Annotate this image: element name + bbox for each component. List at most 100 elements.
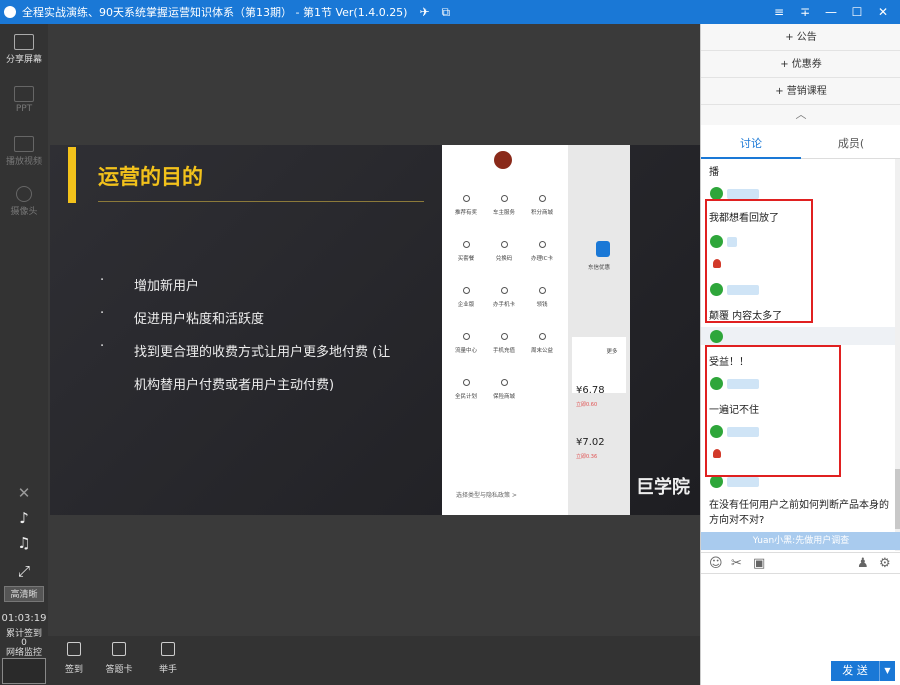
- tab-discussion[interactable]: 讨论: [701, 129, 801, 159]
- phone-right-panel: 东信优惠 更多 ¥6.78 立即0.60 ¥7.02 立即0.36: [568, 145, 630, 515]
- phone-item: 车主服务: [486, 195, 522, 216]
- ppt-button[interactable]: PPT: [0, 86, 48, 114]
- gear-icon[interactable]: ⚙: [879, 556, 891, 571]
- scissors-icon[interactable]: ✂: [731, 556, 742, 571]
- network-monitor-label[interactable]: 网络监控: [0, 648, 48, 658]
- camera-button[interactable]: 摄像头: [0, 186, 48, 217]
- watermark-text: 巨学院: [636, 477, 690, 498]
- chat-divider-band: [701, 327, 895, 345]
- send-button[interactable]: 发 送 ▼: [831, 661, 895, 681]
- announcement-section[interactable]: + 公告: [701, 24, 900, 51]
- phone-item: 推荐有奖: [448, 195, 484, 216]
- phone-item: 保险商城: [486, 379, 522, 400]
- marketing-course-section[interactable]: + 营销课程: [701, 78, 900, 105]
- mic-off-icon[interactable]: ✕: [0, 484, 48, 502]
- bullet-text: 找到更合理的收费方式让用户更多地付费 (让: [134, 345, 391, 360]
- emoji-icon[interactable]: ☺: [709, 556, 723, 571]
- share-screen-label: 分享屏幕: [5, 55, 42, 65]
- checkin-button[interactable]: 签到: [54, 642, 94, 675]
- fullscreen-icon[interactable]: ⤢: [0, 562, 48, 580]
- title-accent-bar: [68, 147, 76, 203]
- network-monitor-box: [2, 658, 46, 684]
- phone-more-label: 更多: [606, 349, 618, 355]
- bullet-text: 增加新用户: [134, 279, 200, 294]
- bullet-dot: ·: [100, 306, 105, 321]
- image-icon[interactable]: ▣: [753, 556, 765, 571]
- volume-icon[interactable]: ♪: [0, 509, 48, 527]
- bullet-text: 机构替用户付费或者用户主动付费): [134, 378, 335, 393]
- chat-list: 播 我都想看回放了 颠覆 内容太多了 受益！！ 一遍记不住 在没有任何用户之前如…: [701, 159, 895, 551]
- bullet-dot: ·: [100, 339, 105, 354]
- pin-button[interactable]: ∓: [792, 5, 818, 19]
- title-underline: [98, 201, 424, 202]
- raise-hand-label: 举手: [158, 665, 177, 675]
- camera-icon: [16, 186, 32, 202]
- chat-message: 播: [709, 167, 719, 178]
- price-sub: 立即0.60: [576, 402, 598, 408]
- collapse-chevron-up-icon[interactable]: ︿: [701, 105, 900, 125]
- app-logo-icon: [4, 6, 16, 18]
- phone-item: 东信优惠: [587, 265, 610, 271]
- phone-item: 买套餐: [448, 241, 484, 262]
- phone-item: 领钱: [524, 287, 560, 308]
- phone-left-panel: 推荐有奖 车主服务 积分商城 买套餐 兑换码 办理IC卡 企业版 办手机卡 领钱…: [442, 145, 568, 515]
- chat-scrollbar-thumb[interactable]: [895, 469, 900, 529]
- slide: 运营的目的 · 增加新用户 · 促进用户粘度和活跃度 · 找到更合理的收费方式让…: [50, 145, 700, 515]
- coupon-section[interactable]: + 优惠券: [701, 51, 900, 78]
- slide-title: 运营的目的: [98, 165, 203, 189]
- menu-button[interactable]: ≡: [766, 5, 792, 19]
- right-panel: + 公告 + 优惠券 + 营销课程 ︿ 讨论 成员( 播 我都想看回放了 颠覆 …: [700, 24, 900, 685]
- share-screen-button[interactable]: 分享屏幕: [0, 34, 48, 65]
- music-icon[interactable]: ♫: [0, 534, 48, 552]
- video-icon: [14, 136, 34, 152]
- user-settings-icon[interactable]: ♟: [857, 556, 869, 571]
- checkin-icon: [67, 642, 81, 656]
- raise-hand-icon: [161, 642, 175, 656]
- phone-privacy-link: 选择类型与隐私政策 >: [456, 492, 517, 499]
- phone-item: 全民计划: [448, 379, 484, 400]
- phone-item: 企业版: [448, 287, 484, 308]
- shield-icon: [596, 241, 610, 257]
- bullet-text: 促进用户粘度和活跃度: [134, 312, 265, 327]
- price-value: ¥7.02: [576, 437, 605, 448]
- quality-button[interactable]: 高清晰: [4, 586, 44, 602]
- panel-tabs: 讨论 成员(: [701, 129, 900, 159]
- highlight-box: [705, 345, 841, 477]
- wechat-icon: [710, 330, 723, 343]
- session-timer: 01:03:19: [1, 613, 47, 624]
- phone-screenshot: 推荐有奖 车主服务 积分商城 买套餐 兑换码 办理IC卡 企业版 办手机卡 领钱…: [442, 145, 630, 515]
- play-video-button[interactable]: 播放视频: [0, 136, 48, 167]
- phone-item: 流量中心: [448, 333, 484, 354]
- price-sub: 立即0.36: [576, 454, 598, 460]
- left-toolbar: 分享屏幕 PPT 播放视频 摄像头 ✕ ♪ ♫ ⤢ 高清晰 01:03:19 累…: [0, 24, 48, 685]
- app-window: 全程实战演练、90天系统掌握运营知识体系（第13期） - 第1节 Ver(1.4…: [0, 0, 900, 685]
- send-label: 发 送: [842, 664, 868, 677]
- highlight-box: [705, 199, 813, 323]
- raise-hand-button[interactable]: 举手: [148, 642, 188, 675]
- title-bar: 全程实战演练、90天系统掌握运营知识体系（第13期） - 第1节 Ver(1.4…: [0, 0, 900, 24]
- phone-item: 周末公益: [524, 333, 560, 354]
- minimize-button[interactable]: —: [818, 5, 844, 19]
- phone-avatar: [494, 151, 512, 169]
- chat-message: 在没有任何用户之前如何判断产品本身的: [709, 500, 889, 511]
- chat-username: [727, 477, 759, 487]
- camera-label: 摄像头: [10, 207, 38, 217]
- phone-item: 积分商城: [524, 195, 560, 216]
- phone-item: 兑换码: [486, 241, 522, 262]
- window-title: 全程实战演练、90天系统掌握运营知识体系（第13期） - 第1节 Ver(1.4…: [22, 6, 408, 19]
- answer-card-icon: [112, 642, 126, 656]
- close-button[interactable]: ✕: [870, 5, 896, 19]
- maximize-button[interactable]: ☐: [844, 5, 870, 19]
- answer-card-button[interactable]: 答题卡: [99, 642, 139, 675]
- phone-item: 办手机卡: [486, 287, 522, 308]
- chat-message: 方向对不对?: [709, 515, 765, 526]
- popout-icon[interactable]: ⧉: [442, 5, 451, 20]
- price-value: ¥6.78: [576, 385, 605, 396]
- chat-input[interactable]: [701, 574, 900, 654]
- chat-scrollbar[interactable]: [895, 159, 900, 551]
- phone-item: 办理IC卡: [524, 241, 560, 262]
- airplane-icon[interactable]: ✈: [419, 5, 429, 19]
- play-video-label: 播放视频: [5, 157, 42, 167]
- send-dropdown-chevron-icon[interactable]: ▼: [879, 661, 895, 681]
- tab-members[interactable]: 成员(: [801, 129, 900, 159]
